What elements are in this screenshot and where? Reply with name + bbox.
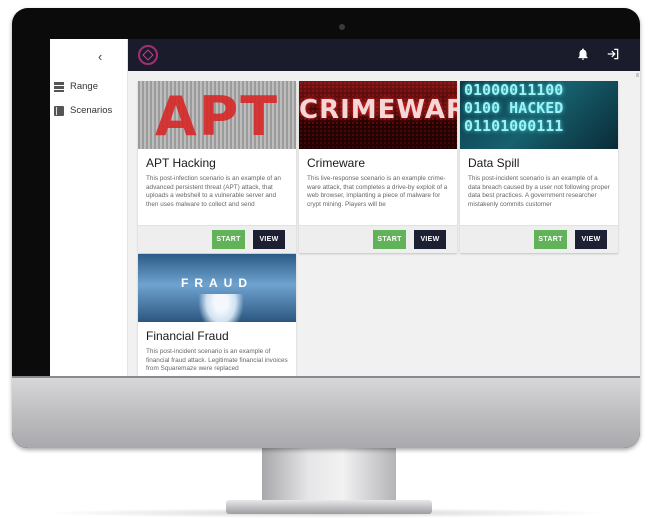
sidebar-item-scenarios[interactable]: Scenarios — [54, 105, 112, 116]
app-logo[interactable] — [138, 45, 158, 65]
view-button[interactable]: VIEW — [414, 230, 446, 249]
card-actions: START VIEW — [299, 225, 457, 253]
card-image: CRIMEWARE — [299, 81, 457, 149]
card-title: Financial Fraud — [146, 329, 229, 343]
sidebar: ‹ Range Scenarios — [50, 39, 128, 376]
scenario-card-crimeware: CRIMEWARE Crimeware This live-response s… — [299, 81, 457, 253]
card-title: Data Spill — [468, 156, 520, 170]
top-app-bar — [128, 39, 640, 71]
card-image: 01000011100 0100 HACKED 01101000111 — [460, 81, 618, 149]
scenario-card-apt-hacking: APT APT Hacking This post-infection scen… — [138, 81, 296, 253]
sidebar-item-range[interactable]: Range — [54, 81, 98, 92]
start-button[interactable]: START — [212, 230, 245, 249]
card-description: This post-incident scenario is an exampl… — [468, 175, 610, 208]
exit-icon[interactable] — [606, 47, 620, 61]
webcam — [339, 24, 345, 30]
book-icon — [54, 105, 64, 116]
monitor-stand-neck — [262, 448, 396, 502]
card-image: FRAUD — [138, 254, 296, 322]
card-description: This live-response scenario is an exampl… — [307, 175, 448, 208]
card-image: APT — [138, 81, 296, 149]
scenario-card-financial-fraud: FRAUD Financial Fraud This post-incident… — [138, 254, 296, 376]
card-description: This post-infection scenario is an examp… — [146, 175, 281, 208]
monitor-chin — [12, 376, 640, 448]
scenario-card-data-spill: 01000011100 0100 HACKED 01101000111 Data… — [460, 81, 618, 253]
sidebar-item-label: Scenarios — [70, 105, 113, 116]
view-button[interactable]: VIEW — [253, 230, 285, 249]
card-description: This post-incident scenario is an exampl… — [146, 348, 288, 373]
start-button[interactable]: START — [373, 230, 406, 249]
card-title: APT Hacking — [146, 156, 216, 170]
scenario-grid: APT APT Hacking This post-infection scen… — [128, 71, 640, 376]
scrollbar[interactable] — [636, 73, 639, 77]
card-actions: START VIEW — [138, 225, 296, 253]
range-icon — [54, 81, 64, 92]
sidebar-item-label: Range — [70, 81, 98, 92]
card-actions: START VIEW — [460, 225, 618, 253]
bell-icon[interactable] — [576, 47, 590, 61]
view-button[interactable]: VIEW — [575, 230, 607, 249]
start-button[interactable]: START — [534, 230, 567, 249]
card-title: Crimeware — [307, 156, 366, 170]
hand-graphic — [198, 294, 244, 322]
monitor-chin-edge — [12, 376, 640, 378]
monitor-stand-base — [226, 500, 432, 514]
collapse-sidebar-button[interactable]: ‹ — [98, 49, 102, 64]
app-screen: ‹ Range Scenarios APT APT Hacking This p… — [50, 39, 640, 376]
